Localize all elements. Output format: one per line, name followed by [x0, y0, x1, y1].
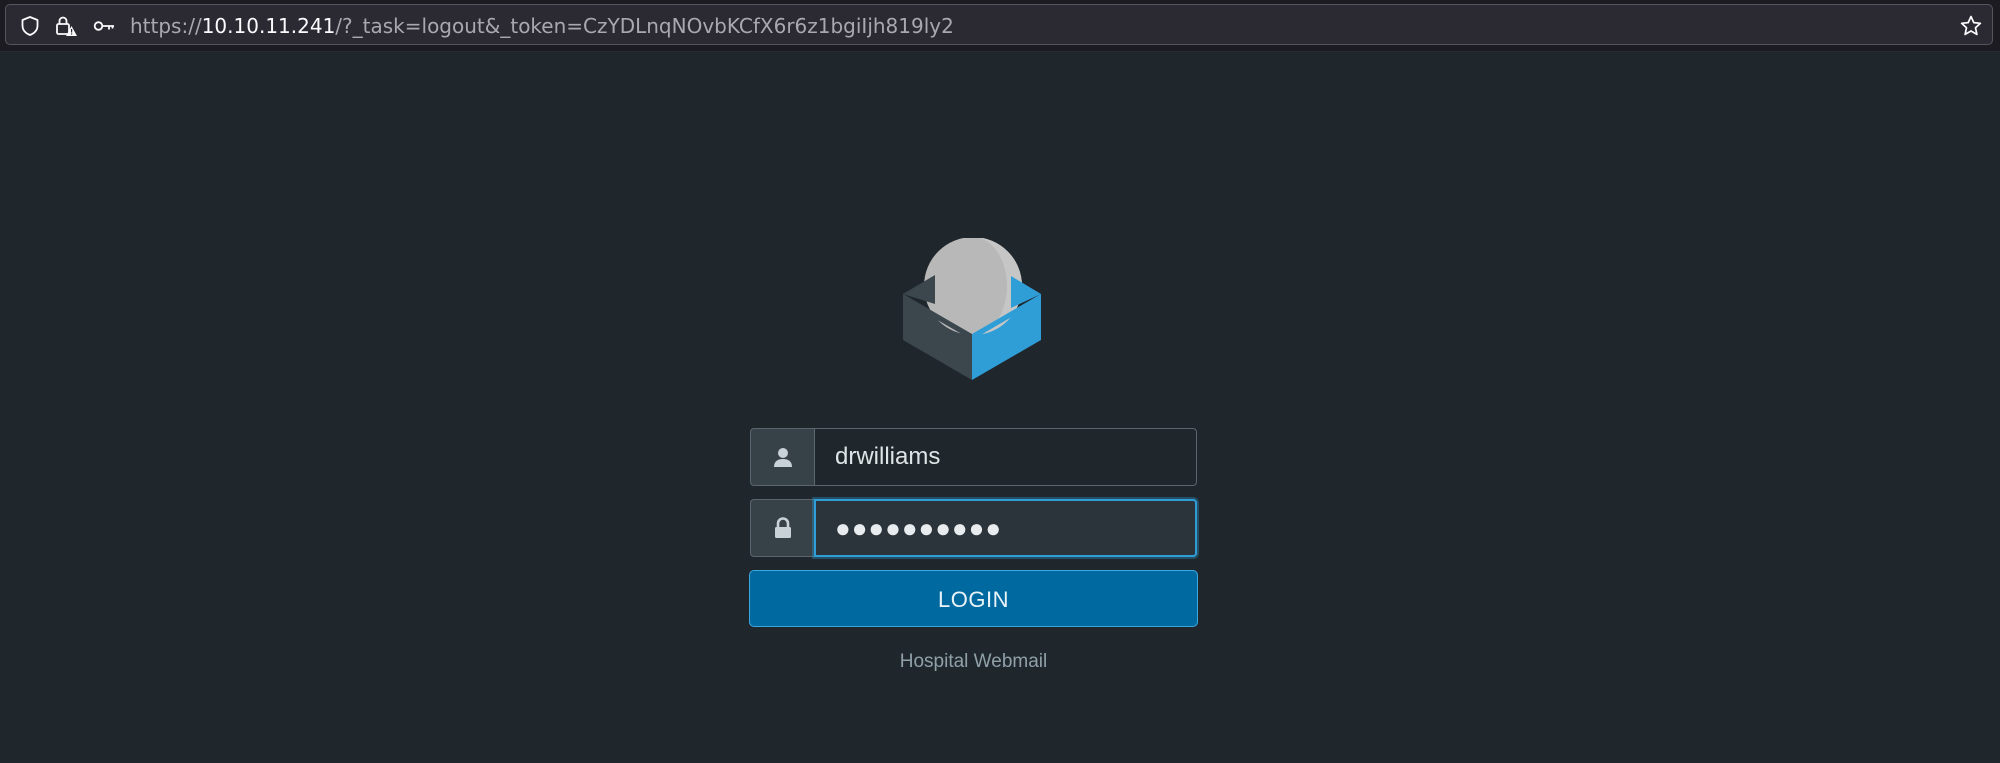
password-group: ●●●●●●●●●● — [750, 499, 1197, 557]
url-scheme: https:// — [130, 14, 202, 38]
address-bar[interactable]: https://10.10.11.241/?_task=logout&_toke… — [5, 4, 1993, 45]
username-group: drwilliams — [750, 428, 1197, 486]
lock-warning-icon[interactable] — [54, 14, 78, 38]
password-mask: ●●●●●●●●●● — [835, 512, 1003, 543]
url-host: 10.10.11.241 — [201, 14, 336, 38]
bookmark-star-icon[interactable] — [1959, 14, 1983, 38]
key-icon[interactable] — [92, 14, 116, 38]
lock-icon — [750, 499, 814, 557]
user-icon — [750, 428, 814, 486]
username-input[interactable]: drwilliams — [814, 428, 1197, 486]
login-form: drwilliams ●●●●●●●●●● LOGIN — [749, 428, 1198, 627]
roundcube-logo — [900, 237, 1046, 384]
url-path: /?_task=logout&_token=CzYDLnqNOvbKCfX6r6… — [335, 14, 954, 38]
browser-toolbar: https://10.10.11.241/?_task=logout&_toke… — [0, 0, 2000, 52]
shield-icon[interactable] — [18, 14, 42, 38]
product-name: Hospital Webmail — [899, 651, 1048, 672]
login-button[interactable]: LOGIN — [749, 570, 1198, 627]
url-text[interactable]: https://10.10.11.241/?_task=logout&_toke… — [130, 15, 954, 37]
password-input[interactable]: ●●●●●●●●●● — [814, 499, 1197, 557]
